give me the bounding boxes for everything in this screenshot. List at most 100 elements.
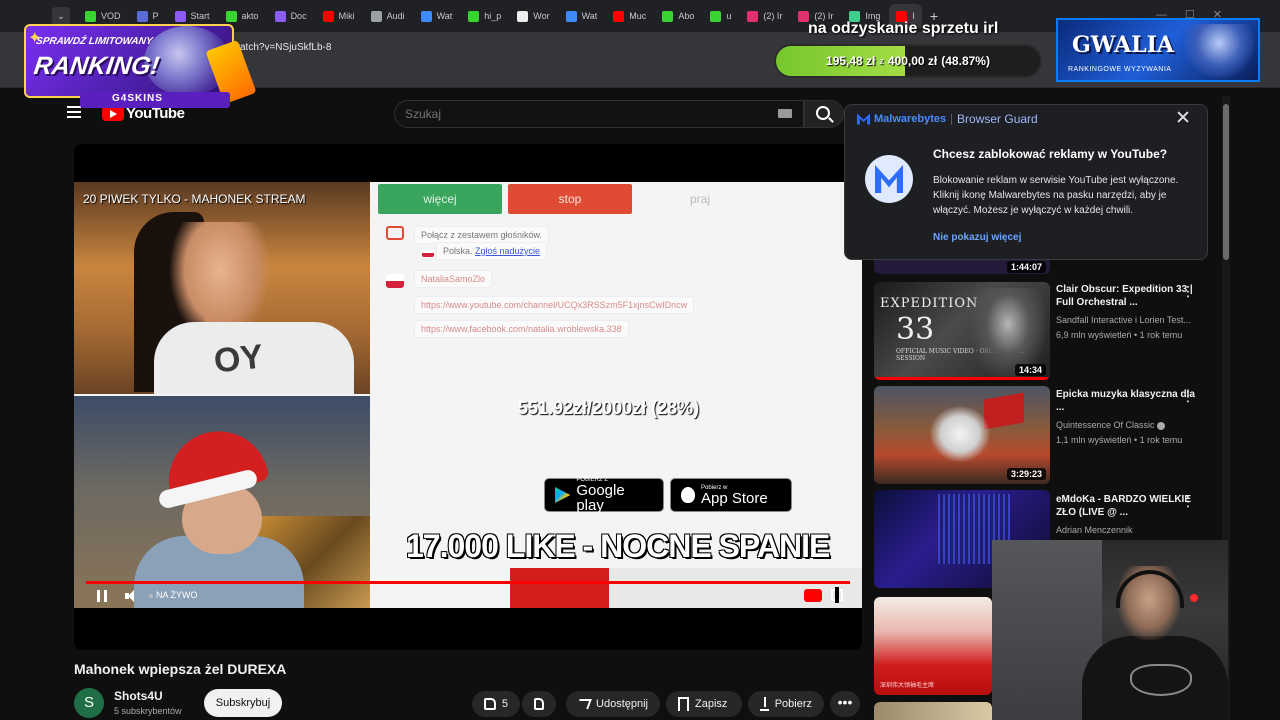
tab-favicon-icon — [565, 10, 577, 22]
malwarebytes-shield-icon — [865, 155, 913, 203]
malwarebytes-popup: Malwarebytes | Browser Guard Chcesz zabl… — [844, 104, 1208, 260]
recommendation-channel-1[interactable]: Sandfall Interactive i Lorien Test... — [1056, 315, 1191, 325]
close-icon[interactable] — [1176, 110, 1190, 124]
chat-message-country: Polska. Zgłoś nadużycie — [436, 242, 548, 260]
browser-tab[interactable]: u — [703, 4, 738, 28]
player-progress-bar[interactable] — [86, 581, 850, 584]
header-separator: | — [950, 113, 954, 125]
dont-show-again-link[interactable]: Nie pokazuj więcej — [933, 232, 1021, 243]
volume-icon[interactable] — [125, 590, 139, 602]
thumbnail-number-text: 33 — [896, 312, 935, 347]
watched-progress-bar — [874, 377, 1050, 380]
donation-goal-text: 195,48 zł z 400,00 zł (48.87%) — [776, 46, 1040, 76]
thumbnail-caption: 深圳伟大领袖毛主席 — [880, 683, 935, 689]
tab-favicon-icon — [322, 10, 334, 22]
stream-video-content: OY 20 PIWEK TYLKO - MAHONEK STREAM więce… — [74, 182, 862, 608]
poland-flag-icon — [422, 249, 434, 257]
malwarebytes-brand: Malwarebytes — [874, 113, 947, 125]
search-icon[interactable] — [816, 106, 830, 120]
chat-tab-stop: stop — [508, 184, 632, 214]
money-goal-bar — [510, 568, 862, 608]
browser-tab[interactable]: Abo — [655, 4, 701, 28]
browser-tab[interactable]: Wat — [414, 4, 460, 28]
chat-tab-more: więcej — [378, 184, 502, 214]
donation-separator: z — [879, 56, 884, 66]
recommendation-thumbnail-4[interactable]: 深圳伟大领袖毛主席 — [874, 597, 992, 695]
duration-badge: 14:34 — [1014, 364, 1046, 376]
webcam-shirt-print — [1130, 664, 1192, 696]
browser-tab[interactable]: hi_p — [461, 4, 508, 28]
channel-avatar[interactable]: S — [74, 688, 104, 718]
tab-favicon-icon — [613, 10, 625, 22]
recommendation-menu-icon[interactable] — [1181, 283, 1195, 300]
google-play-icon — [555, 487, 571, 503]
chat-connect-text: Połącz z zestawem głośników. — [421, 230, 543, 240]
browser-tab[interactable]: Doc — [268, 4, 314, 28]
recommendation-thumbnail-1[interactable]: EXPEDITION 33 OFFICIAL MUSIC VIDEO · ORC… — [874, 282, 1050, 380]
app-store-badge: Pobierz w App Store — [670, 478, 792, 512]
browser-tab[interactable]: (2) Ir — [740, 4, 789, 28]
recommendation-channel-2[interactable]: Quintessence Of Classic — [1056, 420, 1165, 430]
share-button[interactable]: Udostępnij — [566, 691, 660, 717]
ranking-big-text: RANKING! — [32, 52, 162, 80]
scrollbar-thumb[interactable] — [1223, 104, 1229, 260]
channel-name[interactable]: Shots4U — [114, 689, 163, 703]
live-label[interactable]: NA ŻYWO — [156, 590, 198, 600]
gwalia-banner: GWALIA RANKINGOWE WYZYWANIA — [1056, 18, 1260, 82]
like-button[interactable]: 5 — [472, 691, 520, 717]
pause-icon[interactable] — [97, 590, 107, 602]
browser-tab[interactable]: Audi — [364, 4, 412, 28]
channel-name-text: Quintessence Of Classic — [1056, 420, 1155, 430]
save-button[interactable]: Zapisz — [666, 691, 742, 717]
tab-label: u — [726, 11, 732, 21]
search-input[interactable] — [394, 100, 804, 128]
recommendation-thumbnail-2[interactable]: 3:29:23 — [874, 386, 1050, 484]
bookmark-icon — [678, 697, 689, 711]
ranking-small-text: SPRAWDŹ LIMITOWANY — [35, 36, 154, 47]
tab-favicon-icon — [370, 10, 382, 22]
url-text[interactable]: /watch?v=NSjuSkfLb-8 — [230, 42, 331, 53]
keyboard-icon[interactable] — [778, 109, 792, 118]
tab-favicon-icon — [747, 10, 759, 22]
browser-tab[interactable]: Wor — [510, 4, 556, 28]
recommendation-thumbnail-5[interactable] — [874, 702, 992, 720]
tab-label: Wat — [436, 11, 453, 21]
chat-tab-bar: więcej stop praj — [378, 184, 858, 214]
save-label: Zapisz — [695, 698, 728, 710]
recommendation-menu-icon[interactable] — [1181, 493, 1195, 510]
app-store-big-label: App Store — [701, 489, 768, 507]
browser-tab[interactable]: Wat — [559, 4, 605, 28]
stream-overlay-title: 20 PIWEK TYLKO - MAHONEK STREAM — [83, 192, 306, 206]
tab-favicon-icon — [710, 10, 722, 22]
recommendation-menu-icon[interactable] — [1181, 388, 1195, 405]
popup-question: Chcesz zablokować reklamy w YouTube? — [933, 147, 1168, 161]
window-controls[interactable]: —☐✕ — [1156, 8, 1240, 21]
youtube-watermark-icon[interactable] — [804, 589, 822, 602]
browser-tab[interactable]: Muc — [606, 4, 653, 28]
chat-link-youtube: https://www.youtube.com/channel/UCQx3RSS… — [414, 296, 695, 314]
tab-label: Muc — [629, 11, 647, 21]
donation-goal-bar: 195,48 zł z 400,00 zł (48.87%) — [774, 44, 1042, 78]
dislike-button[interactable] — [522, 691, 556, 717]
popup-body: Blokowanie reklam w serwisie YouTube jes… — [933, 175, 1179, 216]
gwalia-knight-figure — [1184, 24, 1254, 78]
recommendation-channel-3[interactable]: Adrian Menczennik — [1056, 525, 1133, 535]
money-goal-fill — [510, 568, 609, 608]
fullscreen-icon[interactable] — [831, 587, 843, 603]
more-actions-icon[interactable]: ••• — [830, 691, 860, 717]
previous-recommendation-thumbnail[interactable]: 1:44:07 — [874, 260, 1050, 274]
screen: ⌄ VOD P Start akto Doc Miki Audi Wat hi_p Wor Wat M… — [0, 0, 1280, 720]
subscribe-button[interactable]: Subskrybuj — [204, 689, 282, 717]
donation-current: 195,48 zł — [826, 54, 876, 68]
tab-favicon-icon — [274, 10, 286, 22]
thumbs-up-icon — [484, 698, 496, 710]
browser-tab[interactable]: Miki — [316, 4, 362, 28]
g4skins-logo: G4SKINS — [112, 93, 163, 104]
share-label: Udostępnij — [596, 698, 648, 710]
video-title: Mahonek wpiepsza żel DUREXA — [74, 661, 287, 677]
google-play-badge: POBIERZ Z Google play — [544, 477, 664, 513]
tab-favicon-icon — [662, 10, 674, 22]
malwarebytes-logo-icon — [857, 113, 870, 125]
download-button[interactable]: Pobierz — [748, 691, 824, 717]
shirt-print-text: OY — [212, 337, 265, 381]
